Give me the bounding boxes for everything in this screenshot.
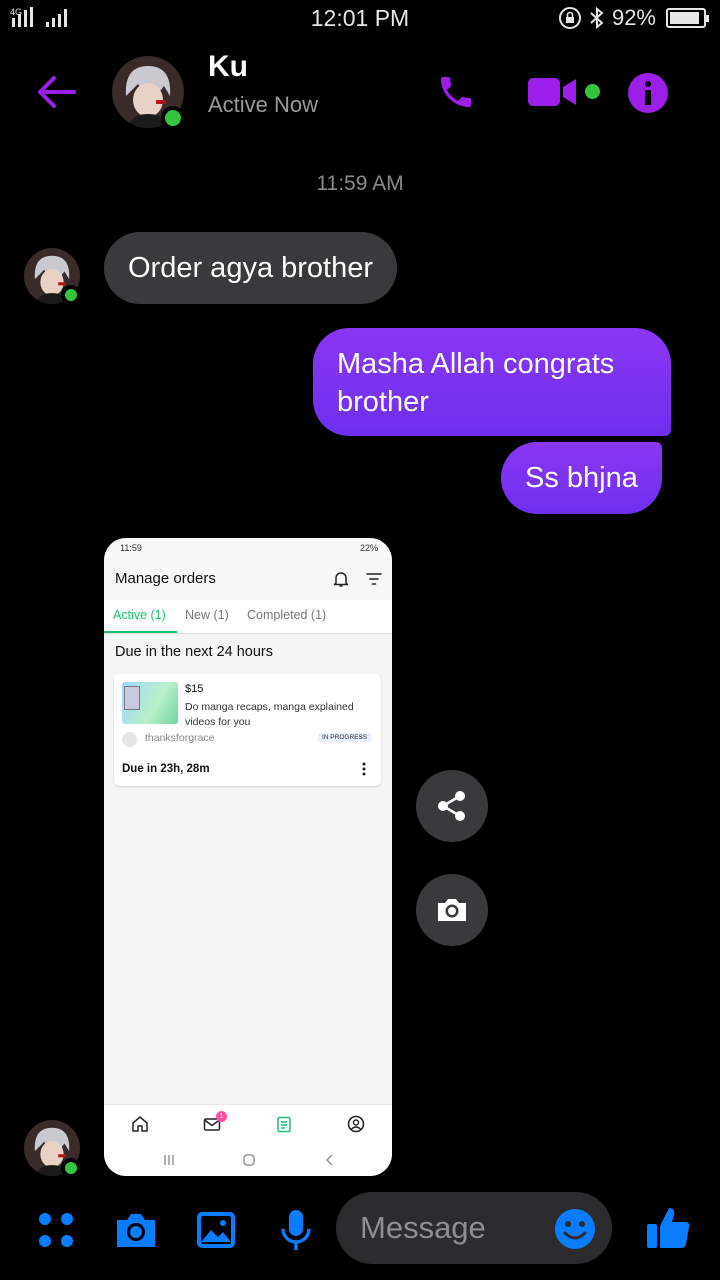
screenshot-time: 11:59 [120,543,142,553]
incoming-message[interactable]: Order agya brother [104,232,398,304]
screenshot-body: Due in the next 24 hours $15 Do manga re… [104,634,392,1104]
recents-icon [164,1155,174,1165]
screenshot-status-bar: 11:59 22% [104,538,392,560]
camera-icon[interactable] [114,1208,158,1252]
share-icon [438,791,465,821]
tab-active: Active (1) [113,608,166,622]
order-description: Do manga recaps, manga explained videos … [185,701,354,728]
seller-avatar [122,732,137,747]
status-badge: IN PROGRESS [318,733,372,742]
battery-icon [666,8,709,28]
bell-icon [333,572,349,587]
contact-name[interactable]: Ku [208,50,248,84]
screenshot-title: Manage orders [115,570,216,587]
video-camera-icon[interactable] [528,76,578,108]
home-button-icon [243,1154,255,1166]
rotation-lock-icon [558,7,581,29]
order-price: $15 [185,683,204,695]
message-timestamp: 11:59 AM [316,172,404,195]
smiley-icon[interactable] [554,1208,596,1250]
camera-icon [438,899,466,921]
chat-header: Ku Active Now [0,40,720,150]
image-icon[interactable] [194,1208,238,1252]
phone-icon[interactable] [436,72,476,112]
order-thumbnail [122,682,178,724]
screenshot-system-nav [104,1144,392,1176]
tab-indicator [104,631,177,633]
bluetooth-icon [590,6,604,30]
contact-status: Active Now [208,92,319,117]
profile-icon [347,1115,365,1133]
due-time: Due in 23h, 28m [122,763,210,775]
screenshot-tabs: Active (1) New (1) Completed (1) [104,600,392,634]
online-indicator [161,106,185,130]
more-vertical-icon [362,762,366,776]
screenshot-camera-button[interactable] [416,874,488,946]
thumbs-up-icon[interactable] [645,1204,691,1250]
shared-screenshot[interactable]: 11:59 22% Manage orders Active (1) New (… [104,538,392,1176]
screenshot-bottom-nav: 1 [104,1104,392,1144]
tab-new: New (1) [185,608,229,622]
seller-name: thanksforgrace [145,732,215,744]
order-card: $15 Do manga recaps, manga explained vid… [114,674,381,786]
message-field[interactable] [336,1192,612,1264]
section-title: Due in the next 24 hours [115,644,273,660]
info-icon[interactable] [627,72,669,114]
outgoing-message[interactable]: Ss bhjna [501,442,662,514]
status-right: 92% [558,5,709,31]
tab-completed: Completed (1) [247,608,327,622]
arrow-left-icon[interactable] [34,72,78,112]
screenshot-battery: 22% [359,543,378,553]
outgoing-message[interactable]: Masha Allah congrats brother [313,328,671,436]
status-bar: 4G 12:01 PM 92% [0,0,720,38]
online-indicator [61,1158,81,1178]
video-active-dot [585,84,600,99]
battery-percent: 92% [611,5,656,30]
home-icon [132,1116,148,1132]
microphone-icon[interactable] [274,1208,318,1252]
message-composer [0,1186,720,1280]
apps-grid-icon[interactable] [34,1208,78,1252]
message-input[interactable] [360,1208,540,1248]
notification-badge: 1 [216,1111,227,1122]
orders-icon [277,1116,291,1133]
battery-level [670,12,700,24]
online-indicator [61,285,81,305]
filter-icon [366,573,382,585]
back-button-icon [326,1154,333,1166]
share-button[interactable] [416,770,488,842]
